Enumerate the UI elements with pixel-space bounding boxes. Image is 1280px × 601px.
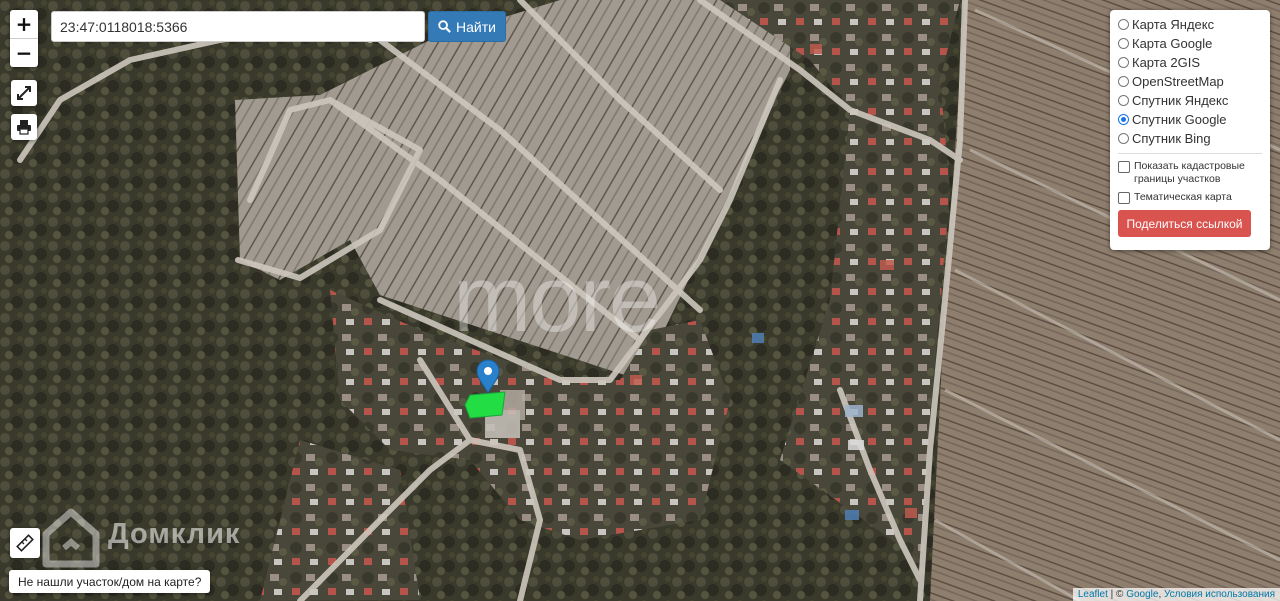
share-link-button[interactable]: Поделиться ссылкой [1118, 210, 1251, 237]
layer-option-label: OpenStreetMap [1132, 74, 1224, 89]
thematic-map-toggle[interactable]: Тематическая карта [1118, 191, 1262, 204]
attribution-separator: | © [1107, 589, 1127, 600]
search-button[interactable]: Найти [428, 11, 506, 42]
search-icon [438, 20, 451, 33]
leaflet-link[interactable]: Leaflet [1078, 589, 1108, 600]
layer-switcher-panel: Карта Яндекс Карта Google Карта 2GIS OpenSt… [1110, 10, 1270, 250]
layer-option-label: Карта Яндекс [1132, 17, 1215, 32]
ruler-button[interactable] [10, 528, 40, 558]
layer-option-label: Спутник Яндекс [1132, 93, 1229, 108]
layer-option[interactable]: Карта Яндекс [1118, 15, 1262, 34]
map-attribution: Leaflet | © Google, Условия использовани… [1072, 588, 1280, 601]
cadastral-boundaries-toggle[interactable]: Показать кадастровые границы участков [1118, 160, 1262, 186]
google-link[interactable]: Google [1126, 589, 1158, 600]
ruler-icon [16, 534, 34, 552]
layer-option[interactable]: Спутник Google [1118, 110, 1262, 129]
fullscreen-button[interactable] [11, 80, 37, 106]
print-button[interactable] [11, 114, 37, 140]
radio-icon[interactable] [1118, 57, 1129, 68]
cadastral-checkbox[interactable] [1118, 161, 1130, 173]
satellite-map[interactable] [0, 0, 1280, 601]
domclick-brand-text: Домклик [108, 518, 241, 550]
land-parcel[interactable] [464, 391, 506, 419]
search-button-label: Найти [456, 18, 496, 35]
radio-icon[interactable] [1118, 133, 1129, 144]
layer-option-label: Карта Google [1132, 36, 1213, 51]
layer-options: Карта Яндекс Карта Google Карта 2GIS OpenSt… [1118, 15, 1262, 148]
satellite-imagery [0, 0, 1280, 601]
radio-icon[interactable] [1118, 19, 1129, 30]
cadastral-search-input[interactable] [51, 11, 425, 42]
domclick-logo-icon [42, 508, 100, 568]
thematic-checkbox[interactable] [1118, 192, 1130, 204]
cadastral-label: Показать кадастровые границы участков [1134, 160, 1245, 185]
zoom-out-button[interactable]: − [10, 38, 38, 67]
expand-icon [17, 86, 31, 100]
layer-option-label: Карта 2GIS [1132, 55, 1201, 70]
zoom-control: + − [10, 10, 38, 67]
zoom-in-button[interactable]: + [10, 10, 38, 38]
not-found-button[interactable]: Не нашли участок/дом на карте? [9, 570, 211, 593]
print-icon [17, 120, 31, 135]
layer-option[interactable]: Карта 2GIS [1118, 53, 1262, 72]
terms-link[interactable]: Условия использования [1164, 589, 1275, 600]
thematic-label: Тематическая карта [1134, 191, 1232, 203]
radio-icon[interactable] [1118, 38, 1129, 49]
layer-option-label: Спутник Bing [1132, 131, 1211, 146]
layer-option[interactable]: Спутник Яндекс [1118, 91, 1262, 110]
layer-option[interactable]: OpenStreetMap [1118, 72, 1262, 91]
layer-option[interactable]: Спутник Bing [1118, 129, 1262, 148]
radio-icon[interactable] [1118, 95, 1129, 106]
radio-selected-icon[interactable] [1118, 114, 1129, 125]
divider [1118, 153, 1262, 154]
layer-option-label: Спутник Google [1132, 112, 1227, 127]
layer-option[interactable]: Карта Google [1118, 34, 1262, 53]
radio-icon[interactable] [1118, 76, 1129, 87]
